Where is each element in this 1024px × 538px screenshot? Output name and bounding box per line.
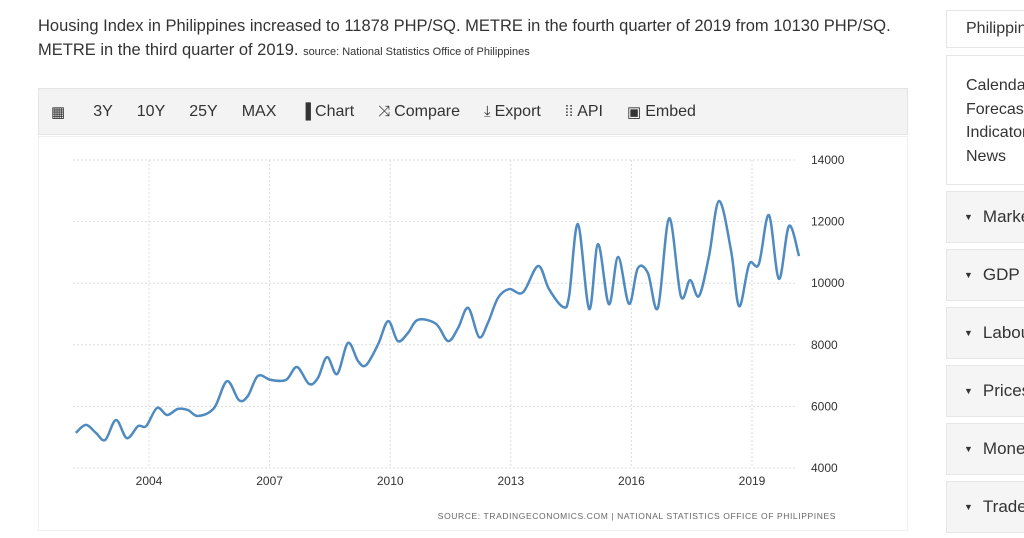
bar-chart-icon: ▐ [300,103,312,120]
sidebar-links: CalendarForecastIndicatorsNews [946,55,1024,185]
sidebar-link-news[interactable]: News [966,145,1024,169]
chart-source: SOURCE: TRADINGECONOMICS.COM | NATIONAL … [438,511,836,521]
section-label: Markets [982,207,1024,226]
toolbar-3y-button[interactable]: 3Y [93,103,113,121]
sidebar-link-indicators[interactable]: Indicators [966,121,1024,145]
series-line [74,199,801,442]
x-tick-label: 2004 [136,474,163,488]
toolbar-label: Chart [315,102,355,120]
x-tick-label: 2019 [739,474,766,488]
shuffle-icon: ⤨ [378,103,391,120]
x-tick-label: 2013 [497,474,524,488]
headline: Housing Index in Philippines increased t… [38,14,918,64]
x-tick-label: 2007 [256,474,283,488]
section-label: GDP [982,265,1020,284]
sidebar-section-gdp[interactable]: ▼ GDP [946,249,1024,301]
toolbar-label: 25Y [189,102,218,120]
caret-down-icon: ▼ [964,386,973,396]
x-tick-label: 2016 [618,474,645,488]
image-icon: ▣ [627,103,642,121]
sidebar-section-prices[interactable]: ▼ Prices [946,365,1024,417]
sidebar-link-forecast[interactable]: Forecast [966,98,1024,122]
caret-down-icon: ▼ [964,328,973,338]
sidebar-link-calendar[interactable]: Calendar [966,74,1024,98]
caret-down-icon: ▼ [964,270,973,280]
y-tick-label: 4000 [811,461,838,475]
toolbar-export-button[interactable]: ⤓ Export [484,103,541,121]
toolbar-compare-button[interactable]: ⤨ Compare [378,103,460,121]
toolbar-max-button[interactable]: MAX [242,103,277,121]
caret-down-icon: ▼ [964,212,973,222]
sidebar-section-money[interactable]: ▼ Money [946,423,1024,475]
sidebar-section-labour[interactable]: ▼ Labour [946,307,1024,359]
toolbar-label: Export [494,102,541,120]
toolbar-calendar-button[interactable]: ▦ [51,103,69,121]
section-label: Money [982,439,1024,458]
section-label: Prices [982,381,1024,400]
y-tick-label: 14000 [811,153,845,167]
grid-icon: ⁞⁞ [564,103,574,120]
toolbar-label: 3Y [93,102,113,120]
toolbar-api-button[interactable]: ⁞⁞ API [565,103,603,121]
toolbar-label: Embed [645,102,696,120]
toolbar-label: 10Y [136,102,166,120]
y-tick-label: 8000 [811,338,838,352]
toolbar-25y-button[interactable]: 25Y [189,103,217,121]
sidebar-country-link[interactable]: Philippines [946,10,1024,48]
toolbar-label: API [577,102,603,120]
toolbar-label: Compare [394,102,460,120]
chart: 4000 6000 8000 10000 12000 14000 2004 2007 2010 2… [38,136,908,531]
chart-svg: 4000 6000 8000 10000 12000 14000 2004 2007 2010 2… [73,153,845,521]
section-label: Trade [982,497,1024,516]
sidebar-section-markets[interactable]: ▼ Markets [946,191,1024,243]
toolbar-label: MAX [241,102,277,120]
download-icon: ⤓ [483,103,491,120]
toolbar-chart-button[interactable]: ▐ Chart [300,103,354,121]
y-tick-label: 6000 [811,399,838,413]
calendar-icon: ▦ [51,103,66,121]
x-tick-label: 2010 [377,474,404,488]
sidebar-section-trade[interactable]: ▼ Trade [946,481,1024,533]
toolbar-10y-button[interactable]: 10Y [137,103,165,121]
chart-toolbar: ▦ 3Y 10Y 25Y MAX ▐ Chart ⤨ Compare ⤓ Export ⁞⁞ API ▣ E… [38,88,908,135]
y-tick-label: 12000 [811,215,845,229]
headline-source: source: National Statistics Office of Ph… [303,46,530,58]
caret-down-icon: ▼ [964,502,973,512]
sidebar-country-label: Philippines [966,20,1024,37]
section-label: Labour [982,323,1024,342]
y-tick-label: 10000 [811,276,845,290]
toolbar-embed-button[interactable]: ▣ Embed [627,103,696,121]
caret-down-icon: ▼ [964,444,973,454]
